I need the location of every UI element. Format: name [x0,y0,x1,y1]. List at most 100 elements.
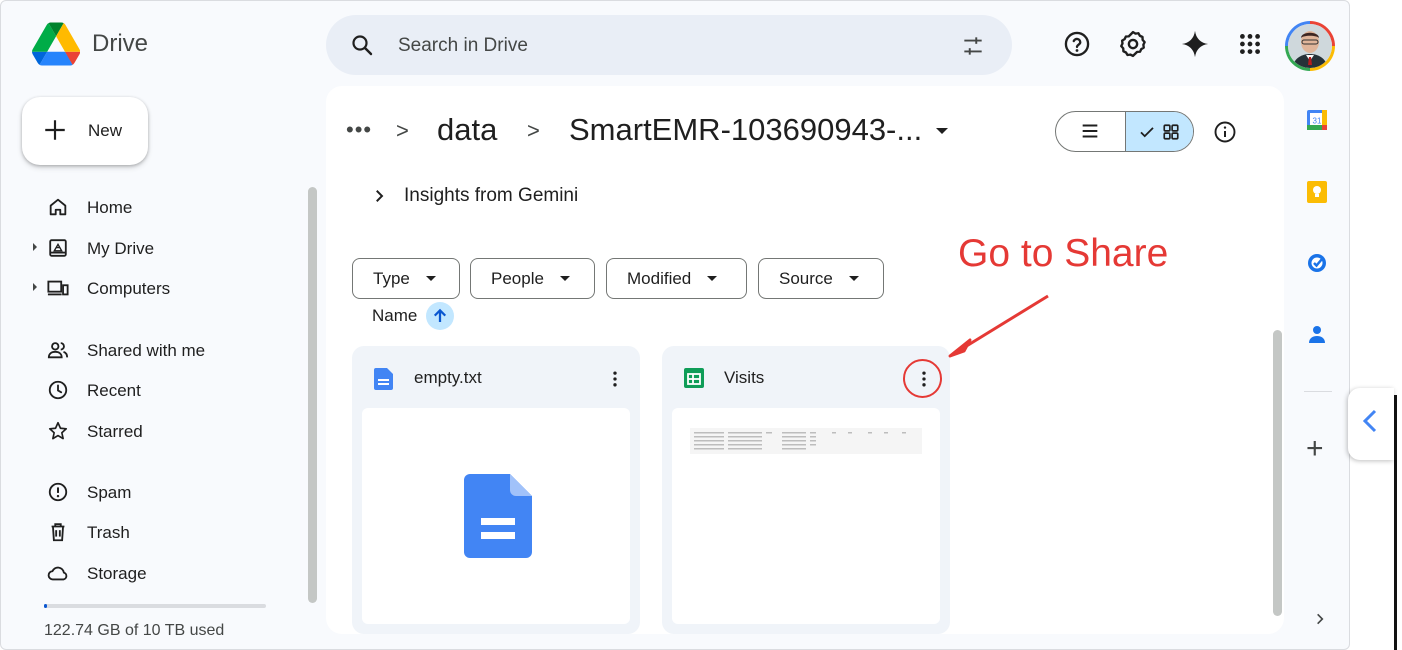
sidebar-item-computers[interactable]: Computers [0,270,300,306]
shared-icon [47,342,69,359]
sidebar-item-shared-with-me[interactable]: Shared with me [0,332,300,368]
star-icon [48,421,68,440]
filter-chip-label: Modified [627,268,692,288]
sort-direction-button[interactable] [426,302,454,330]
sidebar-item-label: Shared with me [87,341,206,360]
search-input[interactable]: Search in Drive [398,35,528,57]
spam-icon [48,482,68,502]
search-icon[interactable] [350,33,374,57]
breadcrumb-separator: > [396,118,409,143]
sidebar-item-recent[interactable]: Recent [0,372,300,408]
calendar-icon[interactable]: 31 [1305,108,1329,132]
sidebar-item-spam[interactable]: Spam [0,474,300,510]
sidebar-item-label: Starred [87,422,143,441]
annotation-highlight-circle [903,359,942,398]
sidebar-item-label: Storage [87,564,147,583]
more-vert-icon [613,371,617,387]
list-view-icon [1082,124,1098,138]
contacts-icon[interactable] [1305,322,1329,346]
sidebar-item-label: Recent [87,381,141,400]
sidebar-scrollbar[interactable] [308,187,317,603]
chevron-right-icon[interactable] [1313,612,1327,626]
settings-gear-icon[interactable] [1116,27,1150,61]
svg-text:31: 31 [1313,117,1322,126]
get-add-ons-plus-icon[interactable]: + [1306,434,1324,464]
file-thumbnail[interactable] [672,408,940,624]
account-avatar[interactable] [1285,21,1335,71]
breadcrumb-parent-folder[interactable]: data [437,112,497,148]
filter-chip-modified[interactable]: Modified [606,258,747,299]
checkmark-icon [1139,127,1154,138]
storage-usage-text: 122.74 GB of 10 TB used [44,622,225,639]
list-view-button[interactable] [1056,112,1125,151]
search-bar[interactable]: Search in Drive [326,15,1012,75]
spreadsheet-preview-image [690,428,922,454]
apps-grid-icon[interactable] [1233,27,1267,61]
filter-chip-type[interactable]: Type [352,258,460,299]
expand-caret-icon[interactable] [33,283,37,291]
sidebar-item-label: Computers [87,279,171,298]
filter-chip-label: Source [779,268,833,288]
chevron-down-icon [559,276,570,281]
large-document-icon [464,474,532,558]
sidebar-item-my-drive[interactable]: My Drive [0,230,300,266]
cloud-icon [47,566,68,581]
insights-from-gemini-toggle[interactable]: Insights from Gemini [370,185,578,207]
file-name: Visits [724,368,765,387]
file-card-empty-txt[interactable]: empty.txt [352,346,640,634]
window-edge [1394,395,1397,650]
breadcrumb-separator: > [527,118,540,143]
filter-chip-label: People [491,268,544,288]
computers-icon [47,280,69,296]
file-thumbnail[interactable] [362,408,630,624]
grid-view-button[interactable] [1124,112,1193,151]
main-scrollbar[interactable] [1273,330,1282,616]
gemini-sparkle-icon[interactable] [1178,27,1212,61]
search-options-icon[interactable] [960,33,986,59]
help-icon[interactable] [1060,27,1094,61]
new-button-label: New [88,121,123,140]
filter-chip-label: Type [373,268,410,288]
grid-view-icon [1162,124,1179,140]
insights-label: Insights from Gemini [404,185,579,206]
expand-caret-icon[interactable] [33,243,37,251]
my-drive-icon [49,239,67,257]
keep-icon[interactable] [1305,180,1329,204]
filter-chip-source[interactable]: Source [758,258,884,299]
document-file-icon [374,368,393,390]
filter-chip-people[interactable]: People [470,258,595,299]
sort-by-name-button[interactable]: Name [372,306,417,326]
app-name: Drive [92,30,149,57]
file-name: empty.txt [414,368,482,387]
storage-usage-fill [44,604,47,608]
chevron-left-icon [1362,409,1377,433]
rail-divider [1304,391,1332,392]
info-icon[interactable] [1213,120,1237,144]
sidebar-item-label: Trash [87,523,130,542]
sidebar-item-trash[interactable]: Trash [0,514,300,550]
storage-usage-bar [44,604,266,608]
new-button[interactable]: New [22,97,148,165]
sidebar-item-storage[interactable]: Storage [0,555,300,591]
view-toggle[interactable] [1055,111,1194,152]
chevron-down-icon [848,276,859,281]
chevron-down-icon [425,276,436,281]
drive-logo[interactable]: Drive [32,22,148,66]
sidebar-item-label: My Drive [87,239,155,258]
folder-actions-dropdown-icon[interactable] [936,128,948,134]
sidebar-item-label: Spam [87,483,132,502]
arrow-up-icon [433,308,447,322]
plus-icon [45,120,65,140]
tasks-icon[interactable] [1305,251,1329,275]
annotation-arrow-icon [948,294,1049,358]
side-panel-toggle-button[interactable] [1348,388,1394,460]
spreadsheet-file-icon [684,368,704,388]
avatar-photo [1288,24,1332,68]
breadcrumb-overflow-button[interactable]: ••• [346,117,372,143]
breadcrumb-current-folder[interactable]: SmartEMR-103690943-... [569,112,922,148]
sidebar-item-starred[interactable]: Starred [0,413,300,449]
trash-icon [51,523,65,542]
sidebar-item-home[interactable]: Home [0,189,300,225]
more-actions-button[interactable] [600,364,630,394]
drive-logo-icon [32,22,80,66]
